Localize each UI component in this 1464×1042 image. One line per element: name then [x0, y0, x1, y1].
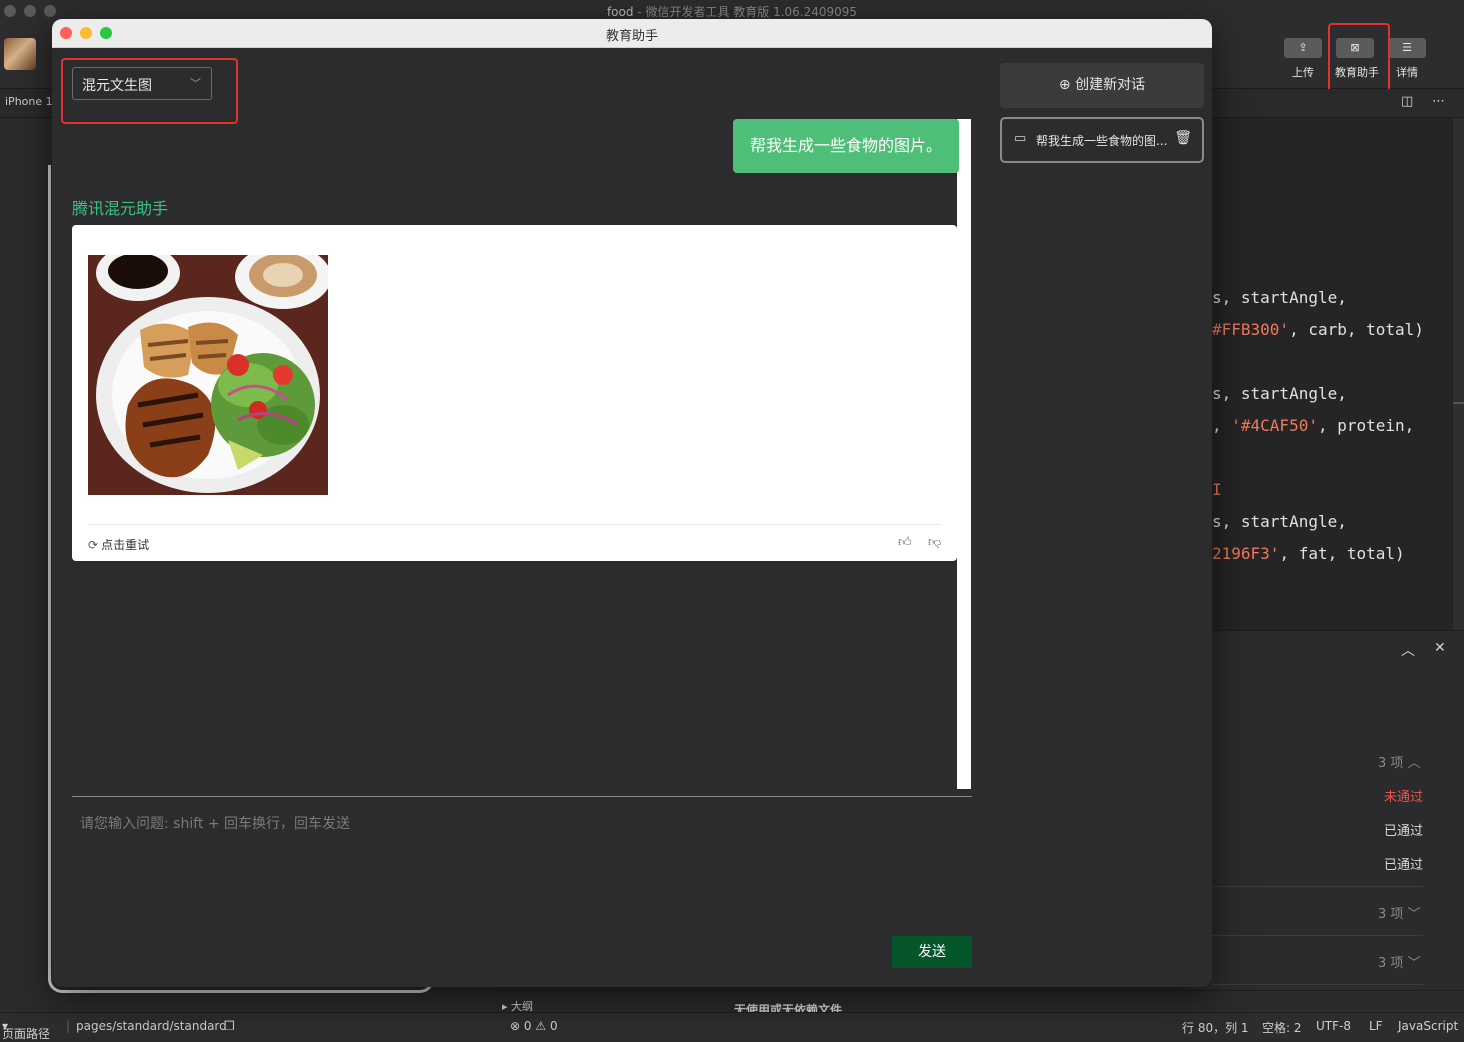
status-separator: |: [66, 1019, 71, 1033]
ide-window-title: food - 微信开发者工具 教育版 1.06.2409095: [606, 5, 858, 19]
new-chat-button[interactable]: ⊕ 创建新对话: [1000, 63, 1204, 108]
avatar[interactable]: [4, 38, 36, 70]
code-line: s, startAngle,: [1212, 384, 1347, 403]
details-button[interactable]: ☰ 详情: [1387, 38, 1427, 80]
status-bar: 页面路径 ▾ | pages/standard/standard ❐ ⊗ 0 ⚠…: [0, 1012, 1464, 1041]
menu-icon: ☰: [1388, 38, 1426, 58]
history-item[interactable]: ▭ 帮我生成一些食物的图... 🗑︎: [1000, 117, 1204, 163]
status-passed-2: 已通过: [1384, 858, 1424, 873]
language-mode[interactable]: JavaScript: [1398, 1019, 1458, 1033]
generated-food-image[interactable]: [88, 255, 328, 495]
error-icon: ⊗: [510, 1019, 521, 1033]
question-input[interactable]: 请您输入问题: shift + 回车换行，回车发送: [80, 813, 350, 833]
send-button[interactable]: 发送: [892, 936, 972, 968]
page-path: pages/standard/standard: [76, 1019, 227, 1033]
group-count-2[interactable]: 3 项 ﹀: [1378, 903, 1421, 922]
chat-scrollbar[interactable]: [957, 119, 971, 789]
panel-divider: [1212, 984, 1423, 985]
group-count-3[interactable]: 3 项 ﹀: [1378, 952, 1421, 971]
assistant-name: 腾讯混元助手: [72, 199, 169, 218]
problems-indicator[interactable]: ⊗ 0 ⚠ 0: [510, 1019, 558, 1033]
panel-divider: [1212, 935, 1423, 936]
highlight-box-edu-button: [1328, 23, 1390, 96]
chat-bubble-icon: ▭: [1014, 131, 1027, 146]
thumbs-up-icon[interactable]: 👍︎: [898, 535, 912, 550]
code-line: s, startAngle,: [1212, 288, 1347, 307]
warning-icon: ⚠: [535, 1019, 547, 1033]
card-divider: [88, 524, 941, 525]
upload-icon: ⇪: [1284, 38, 1322, 58]
code-line: 2196F3', fat, total): [1212, 544, 1405, 563]
split-view-icon[interactable]: ◫: [1401, 94, 1413, 109]
test-panel: [1212, 630, 1464, 1013]
edu-assistant-window: 教育助手 混元文生图 ﹀ 帮我生成一些食物的图片。 腾讯混元助手 ⟳ 点击重试 …: [52, 19, 1212, 987]
upload-button[interactable]: ⇪ 上传: [1283, 38, 1323, 80]
outline-bar: [493, 990, 1464, 1013]
status-failed: 未通过: [1384, 790, 1424, 805]
window-title: 教育助手: [605, 29, 658, 44]
retry-button[interactable]: ⟳ 点击重试: [88, 536, 149, 553]
copy-icon[interactable]: ❐: [224, 1019, 235, 1033]
trash-icon[interactable]: 🗑︎: [1174, 130, 1192, 146]
chevron-up-icon[interactable]: ︿: [1401, 640, 1415, 660]
encoding[interactable]: UTF-8: [1316, 1019, 1351, 1033]
code-line: s, startAngle,: [1212, 512, 1347, 531]
panel-divider: [1212, 886, 1423, 887]
assistant-message-card: ⟳ 点击重试 👍︎ 👎︎: [72, 225, 957, 561]
user-message: 帮我生成一些食物的图片。: [733, 119, 960, 173]
status-passed-1: 已通过: [1384, 824, 1424, 839]
code-line: , '#4CAF50', protein,: [1212, 416, 1415, 435]
page-path-label[interactable]: 页面路径 ▾: [2, 1019, 50, 1041]
food-image-drawing: [88, 255, 328, 495]
group-count-1[interactable]: 3 项 ︿: [1378, 752, 1421, 771]
refresh-icon: ⟳: [88, 538, 99, 552]
input-divider: [72, 796, 972, 797]
close-icon[interactable]: ✕: [1434, 640, 1446, 656]
code-line: #FFB300', carb, total): [1212, 320, 1424, 339]
line-ending[interactable]: LF: [1369, 1019, 1383, 1033]
plus-circle-icon: ⊕: [1058, 77, 1071, 93]
indent-setting[interactable]: 空格: 2: [1262, 1019, 1302, 1036]
code-line: I: [1212, 480, 1222, 499]
thumbs-down-icon[interactable]: 👎︎: [928, 535, 941, 550]
window-titlebar: 教育助手: [52, 19, 1212, 48]
more-icon[interactable]: ⋯: [1432, 94, 1445, 109]
highlight-box-model-select: [61, 58, 238, 124]
editor-scrollbar[interactable]: [1452, 118, 1464, 630]
cursor-position[interactable]: 行 80，列 1: [1182, 1019, 1249, 1036]
